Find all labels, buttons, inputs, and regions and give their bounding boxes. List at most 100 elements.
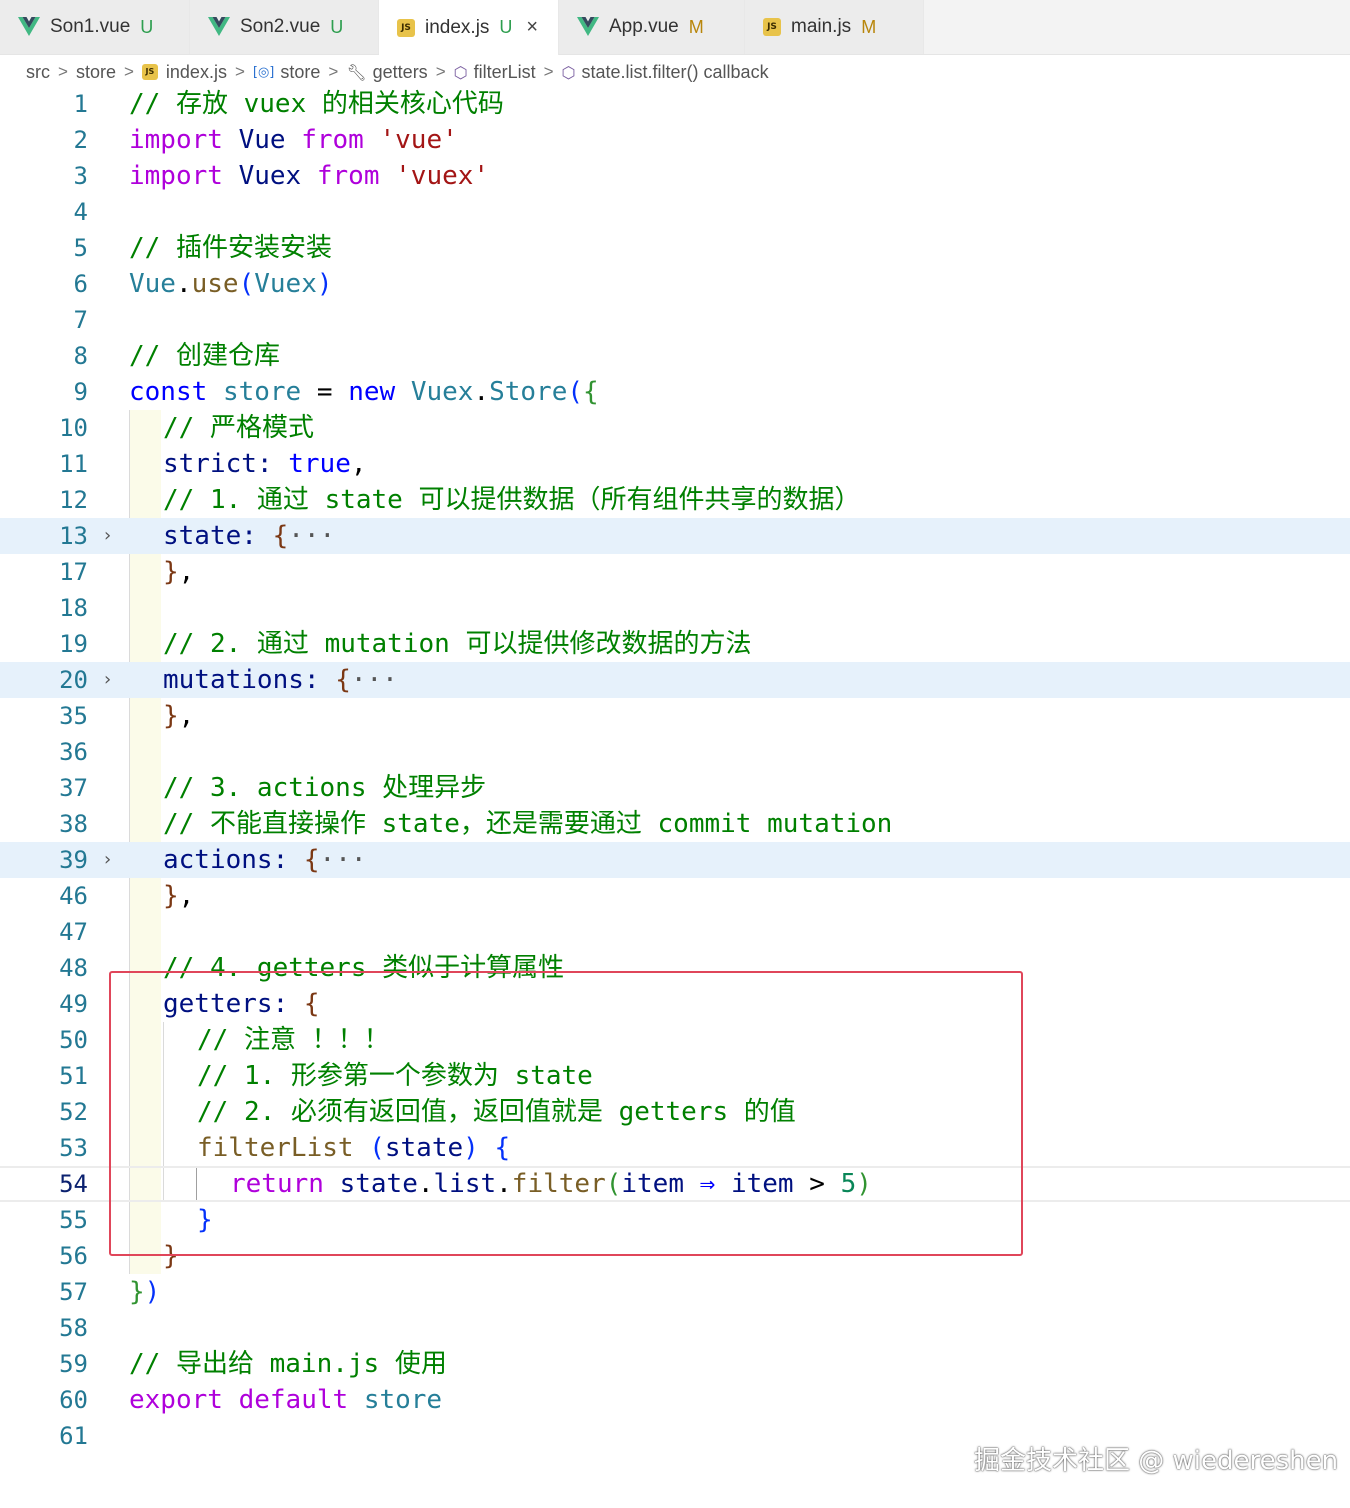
line-number: 5 bbox=[73, 234, 88, 262]
tab-app-vue[interactable]: App.vue M bbox=[559, 0, 745, 54]
code-line: 58 bbox=[0, 1310, 1350, 1346]
comment: // 3. actions 处理异步 bbox=[163, 773, 487, 803]
tab-son1-vue[interactable]: Son1.vue U bbox=[0, 0, 190, 54]
fold-chevron-icon[interactable]: › bbox=[104, 662, 111, 698]
tab-label: Son1.vue bbox=[50, 16, 131, 37]
code-text: // 导出给 main.js 使用 bbox=[129, 1346, 447, 1382]
close-tab-icon[interactable]: × bbox=[526, 16, 538, 39]
string: 'vuex' bbox=[395, 161, 490, 191]
breadcrumb-item-store-folder[interactable]: store bbox=[76, 62, 116, 83]
code-text: }, bbox=[163, 701, 195, 731]
code-line: 9 const store = new Vuex.Store({ bbox=[0, 374, 1350, 410]
breadcrumb-item-filterlist[interactable]: filterList bbox=[474, 62, 536, 83]
fold-ellipsis[interactable]: ··· bbox=[320, 845, 367, 875]
tab-label: index.js bbox=[425, 16, 490, 38]
line-number: 11 bbox=[59, 450, 88, 478]
line-number: 57 bbox=[59, 1278, 88, 1306]
code-text: }, bbox=[163, 881, 195, 911]
method-cube-icon: ⬡ bbox=[453, 62, 468, 82]
breadcrumb-item-index-js[interactable]: index.js bbox=[166, 62, 227, 83]
vue-file-icon bbox=[18, 17, 40, 36]
chevron-right-icon: > bbox=[328, 62, 339, 81]
tab-main-js[interactable]: JS main.js M bbox=[745, 0, 924, 54]
code-text: // 1. 通过 state 可以提供数据（所有组件共享的数据） bbox=[163, 482, 861, 518]
line-number: 46 bbox=[59, 882, 88, 910]
line-number: 47 bbox=[59, 918, 88, 946]
keyword: true bbox=[288, 449, 351, 479]
fold-ellipsis[interactable]: ··· bbox=[288, 521, 335, 551]
code-text: // 存放 vuex 的相关核心代码 bbox=[129, 86, 504, 122]
breadcrumb-item-store-var[interactable]: store bbox=[280, 62, 320, 83]
code-line: 46 }, bbox=[0, 878, 1350, 914]
code-line: 7 bbox=[0, 302, 1350, 338]
code-line: 60 export default store bbox=[0, 1382, 1350, 1418]
tab-index-js[interactable]: JS index.js U × bbox=[379, 0, 559, 55]
code-text: // 严格模式 bbox=[163, 410, 314, 446]
comment: // 2. 通过 mutation 可以提供修改数据的方法 bbox=[163, 629, 752, 659]
tab-son2-vue[interactable]: Son2.vue U bbox=[190, 0, 379, 54]
variable-icon: [◎] bbox=[252, 64, 275, 80]
line-number: 39 bbox=[59, 846, 88, 874]
line-number: 18 bbox=[59, 594, 88, 622]
chevron-right-icon: > bbox=[435, 62, 446, 81]
code-line-folded: 20 › mutations: {··· bbox=[0, 662, 1350, 698]
line-number: 17 bbox=[59, 558, 88, 586]
chevron-right-icon: > bbox=[123, 62, 134, 81]
code-text: const store = new Vuex.Store({ bbox=[129, 377, 599, 407]
class-name: Store bbox=[489, 377, 568, 407]
breadcrumb-item-callback[interactable]: state.list.filter() callback bbox=[582, 62, 769, 83]
code-line: 35 }, bbox=[0, 698, 1350, 734]
breadcrumb-item-getters[interactable]: getters bbox=[373, 62, 428, 83]
code-line: 36 bbox=[0, 734, 1350, 770]
comment: // 创建仓库 bbox=[129, 341, 280, 371]
code-line: 37 // 3. actions 处理异步 bbox=[0, 770, 1350, 806]
git-status-badge: U bbox=[330, 16, 344, 37]
code-text: // 3. actions 处理异步 bbox=[163, 770, 486, 806]
chevron-right-icon: > bbox=[58, 62, 68, 81]
line-number: 58 bbox=[59, 1314, 88, 1342]
keyword: const bbox=[129, 377, 208, 407]
breadcrumb-item-src[interactable]: src bbox=[26, 62, 50, 83]
code-text: state: {··· bbox=[163, 521, 336, 551]
identifier: Vuex bbox=[410, 377, 474, 407]
vue-file-icon bbox=[577, 17, 599, 36]
property: mutations bbox=[163, 665, 304, 695]
line-number: 2 bbox=[73, 126, 88, 154]
code-line: 57 }) bbox=[0, 1274, 1350, 1310]
watermark: 掘金技术社区 @ wiedereshen bbox=[974, 1446, 1339, 1476]
keyword: export bbox=[129, 1385, 223, 1415]
line-number: 49 bbox=[59, 990, 88, 1018]
code-line: 2 import Vue from 'vue' bbox=[0, 122, 1350, 158]
code-text: import Vuex from 'vuex' bbox=[129, 158, 489, 194]
line-number: 1 bbox=[73, 90, 88, 118]
breadcrumb: src > store > JS index.js > [◎] store > … bbox=[26, 57, 769, 87]
code-line-folded: 39 › actions: {··· bbox=[0, 842, 1350, 878]
comment: // 存放 vuex 的相关核心代码 bbox=[129, 89, 504, 119]
keyword: from bbox=[301, 125, 364, 155]
comment: // 严格模式 bbox=[163, 413, 314, 443]
property: strict bbox=[163, 449, 257, 479]
code-text: Vue.use(Vuex) bbox=[129, 269, 333, 299]
code-line: 10 // 严格模式 bbox=[0, 410, 1350, 446]
line-number: 6 bbox=[73, 270, 88, 298]
comment: // 不能直接操作 state，还是需要通过 commit mutation bbox=[163, 809, 893, 839]
keyword: default bbox=[238, 1385, 349, 1415]
code-text: export default store bbox=[129, 1382, 442, 1418]
code-line: 12 // 1. 通过 state 可以提供数据（所有组件共享的数据） bbox=[0, 482, 1350, 518]
property: state bbox=[163, 521, 242, 551]
code-line: 1 // 存放 vuex 的相关核心代码 bbox=[0, 86, 1350, 122]
line-number: 7 bbox=[73, 306, 88, 334]
code-line: 8 // 创建仓库 bbox=[0, 338, 1350, 374]
fold-ellipsis[interactable]: ··· bbox=[351, 665, 398, 695]
fold-chevron-icon[interactable]: › bbox=[104, 518, 111, 554]
tab-label: main.js bbox=[791, 16, 852, 37]
code-line-folded: 13 › state: {··· bbox=[0, 518, 1350, 554]
method-cube-icon: ⬡ bbox=[561, 62, 576, 82]
code-line: 4 bbox=[0, 194, 1350, 230]
code-line: 47 bbox=[0, 914, 1350, 950]
fold-chevron-icon[interactable]: › bbox=[104, 842, 111, 878]
code-text: // 不能直接操作 state，还是需要通过 commit mutation bbox=[163, 806, 892, 842]
highlight-annotation-box bbox=[109, 971, 1023, 1256]
identifier: Vue bbox=[129, 269, 176, 299]
line-number: 37 bbox=[59, 774, 88, 802]
